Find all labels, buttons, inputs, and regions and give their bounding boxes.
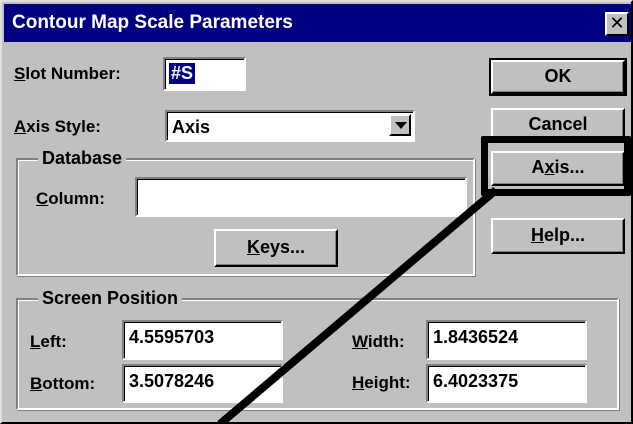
pointer-line <box>217 186 499 424</box>
annotation-overlay <box>217 186 499 424</box>
